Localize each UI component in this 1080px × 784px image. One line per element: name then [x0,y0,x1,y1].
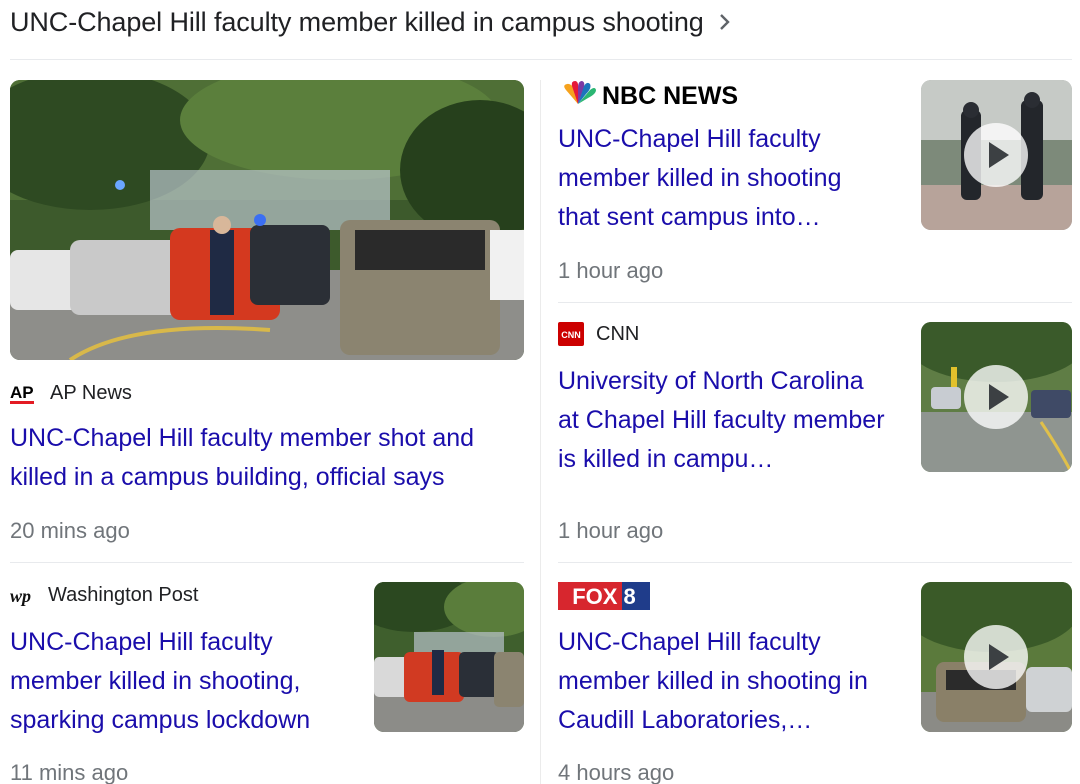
story-card-featured[interactable]: AP AP News UNC-Chapel Hill faculty membe… [0,0,540,562]
story-image[interactable] [374,582,524,732]
wapo-logo-text: wp [10,586,31,606]
story-headline[interactable]: UNC-Chapel Hill faculty member killed in… [558,623,898,740]
ap-logo-text: AP [10,383,34,402]
story-card-fox8[interactable]: FOX 8 UNC-Chapel Hill faculty member kil… [541,562,1080,784]
story-source[interactable]: NBC NEWS [558,80,748,110]
story-card-nbc[interactable]: NBC NEWS UNC-Chapel Hill faculty member … [541,0,1080,302]
washington-post-logo-icon: wp [10,586,31,606]
story-source[interactable]: FOX 8 [558,582,650,610]
nbc-logo-text: NBC NEWS [602,82,738,110]
story-time: 1 hour ago [558,518,664,543]
story-time: 20 mins ago [10,518,130,543]
story-time: 1 hour ago [558,258,664,283]
cnn-logo-icon: CNN [558,322,584,346]
story-headline[interactable]: University of North Carolina at Chapel H… [558,362,888,479]
story-time: 4 hours ago [558,760,675,784]
police-scene-street-image [374,582,524,732]
source-name[interactable]: CNN [596,323,639,346]
ap-logo-icon: AP [10,383,34,404]
story-video-thumbnail[interactable] [921,80,1072,230]
play-icon[interactable] [964,365,1028,429]
story-source[interactable]: AP AP News [10,380,132,406]
source-name[interactable]: Washington Post [48,584,198,607]
fox8-logo-icon: FOX 8 [558,582,650,610]
story-source[interactable]: CNN CNN [558,322,639,346]
story-video-thumbnail[interactable] [921,582,1072,732]
story-image[interactable] [10,80,524,360]
story-video-thumbnail[interactable] [921,322,1072,472]
cnn-logo-text: CNN [561,330,581,340]
story-source[interactable]: wp Washington Post [10,584,198,607]
play-icon[interactable] [964,123,1028,187]
police-scene-street-image [10,80,524,360]
story-card-wapo[interactable]: wp Washington Post UNC-Chapel Hill facul… [0,562,540,784]
story-headline[interactable]: UNC-Chapel Hill faculty member killed in… [558,120,888,237]
story-card-cnn[interactable]: CNN CNN University of North Carolina at … [541,302,1080,562]
story-headline[interactable]: UNC-Chapel Hill faculty member killed in… [10,623,350,740]
fox8-logo-text: FOX 8 [572,584,636,609]
nbc-news-logo-icon: NBC NEWS [564,81,738,110]
story-headline[interactable]: UNC-Chapel Hill faculty member shot and … [10,419,524,497]
play-icon[interactable] [964,625,1028,689]
source-name[interactable]: AP News [50,382,132,405]
story-time: 11 mins ago [10,760,129,784]
